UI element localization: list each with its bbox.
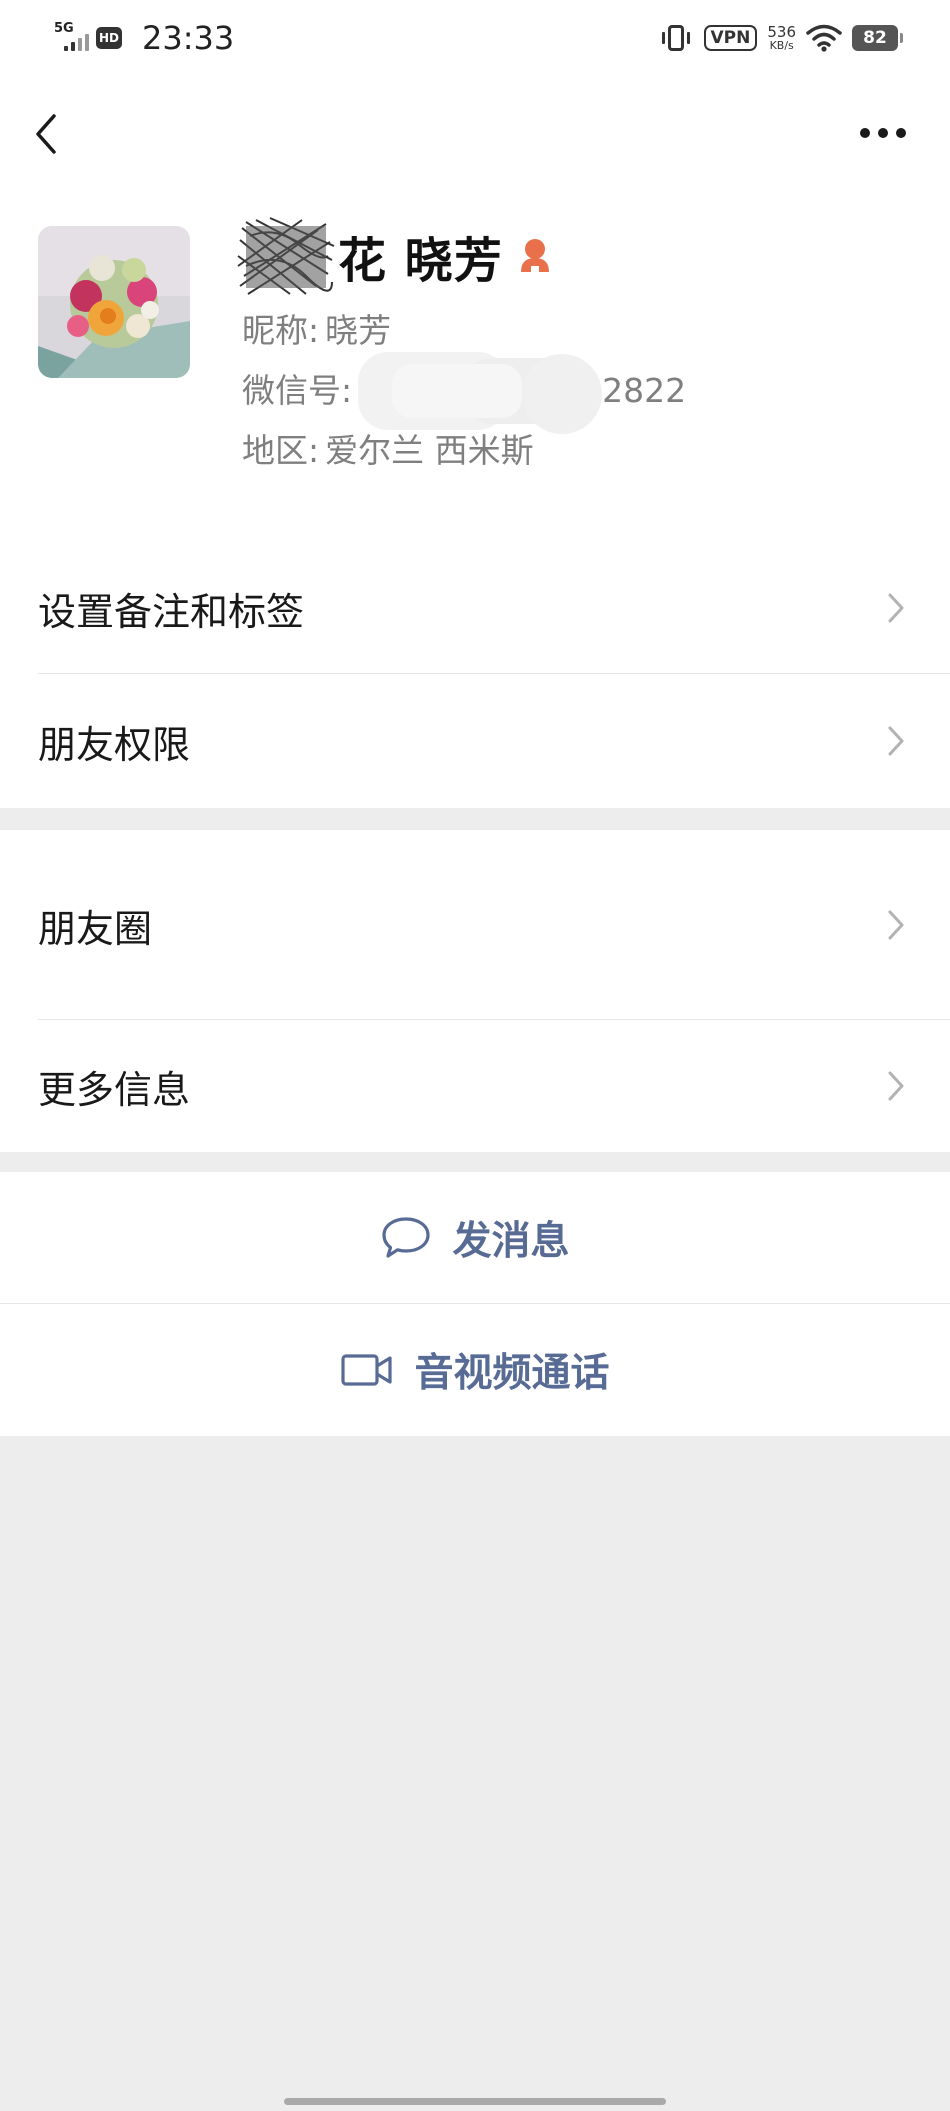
set-remark-label: 设置备注和标签	[38, 589, 305, 634]
more-options-icon[interactable]	[860, 122, 908, 144]
chevron-right-icon	[888, 593, 904, 623]
wechat-id-suffix: 2822	[602, 371, 687, 410]
row-more-info[interactable]: 更多信息	[0, 1020, 950, 1152]
status-bar: 5G HD 23:33 VPN 536 KB/s 82	[0, 0, 950, 76]
row-friend-permissions[interactable]: 朋友权限	[0, 674, 950, 808]
profile-header: 花 晓芳 昵称: 晓芳 微信号: 2822 地区: 爱尔兰 西米斯	[0, 76, 950, 543]
back-icon[interactable]	[30, 110, 66, 158]
chevron-right-icon	[888, 726, 904, 756]
network-speed: 536 KB/s	[767, 23, 796, 52]
video-call-button[interactable]: 音视频通话	[0, 1304, 950, 1436]
row-moments[interactable]: 朋友圈	[0, 830, 950, 1020]
battery-icon: 82	[852, 25, 903, 51]
vibrate-icon	[661, 25, 690, 51]
avatar[interactable]	[38, 226, 190, 378]
status-left: 5G HD 23:33	[54, 18, 234, 58]
display-name: 花 晓芳	[338, 233, 503, 289]
redaction-blur	[358, 352, 602, 434]
send-message-button[interactable]: 发消息	[0, 1172, 950, 1304]
hd-badge: HD	[96, 27, 122, 49]
speed-unit: KB/s	[769, 39, 794, 52]
region-label: 地区:	[242, 431, 320, 470]
cellular-signal-icon: 5G	[54, 21, 89, 55]
speed-value: 536	[767, 23, 796, 41]
chevron-right-icon	[888, 910, 904, 940]
chat-bubble-icon	[382, 1217, 431, 1258]
settings-section: 设置备注和标签 朋友权限	[0, 542, 950, 808]
moments-label: 朋友圈	[38, 906, 153, 951]
actions-section: 发消息 音视频通话	[0, 1172, 950, 1436]
video-camera-icon	[341, 1354, 393, 1386]
wifi-icon	[806, 24, 842, 52]
info-section: 朋友圈 更多信息	[0, 830, 950, 1152]
home-indicator[interactable]	[284, 2098, 666, 2105]
wechat-id-label: 微信号:	[242, 371, 353, 410]
clock: 23:33	[142, 19, 235, 57]
status-right: VPN 536 KB/s 82	[661, 20, 903, 56]
more-info-label: 更多信息	[38, 1067, 191, 1112]
vpn-badge: VPN	[703, 25, 758, 51]
row-set-remark[interactable]: 设置备注和标签	[0, 542, 950, 674]
friend-permissions-label: 朋友权限	[38, 722, 191, 767]
nickname-label: 昵称:	[242, 311, 320, 350]
video-call-label: 音视频通话	[414, 1351, 610, 1396]
send-message-label: 发消息	[452, 1219, 570, 1264]
display-name-row: 花 晓芳	[236, 216, 553, 296]
female-gender-icon	[520, 239, 549, 272]
chevron-right-icon	[888, 1071, 904, 1101]
redaction-scribble	[237, 217, 335, 295]
